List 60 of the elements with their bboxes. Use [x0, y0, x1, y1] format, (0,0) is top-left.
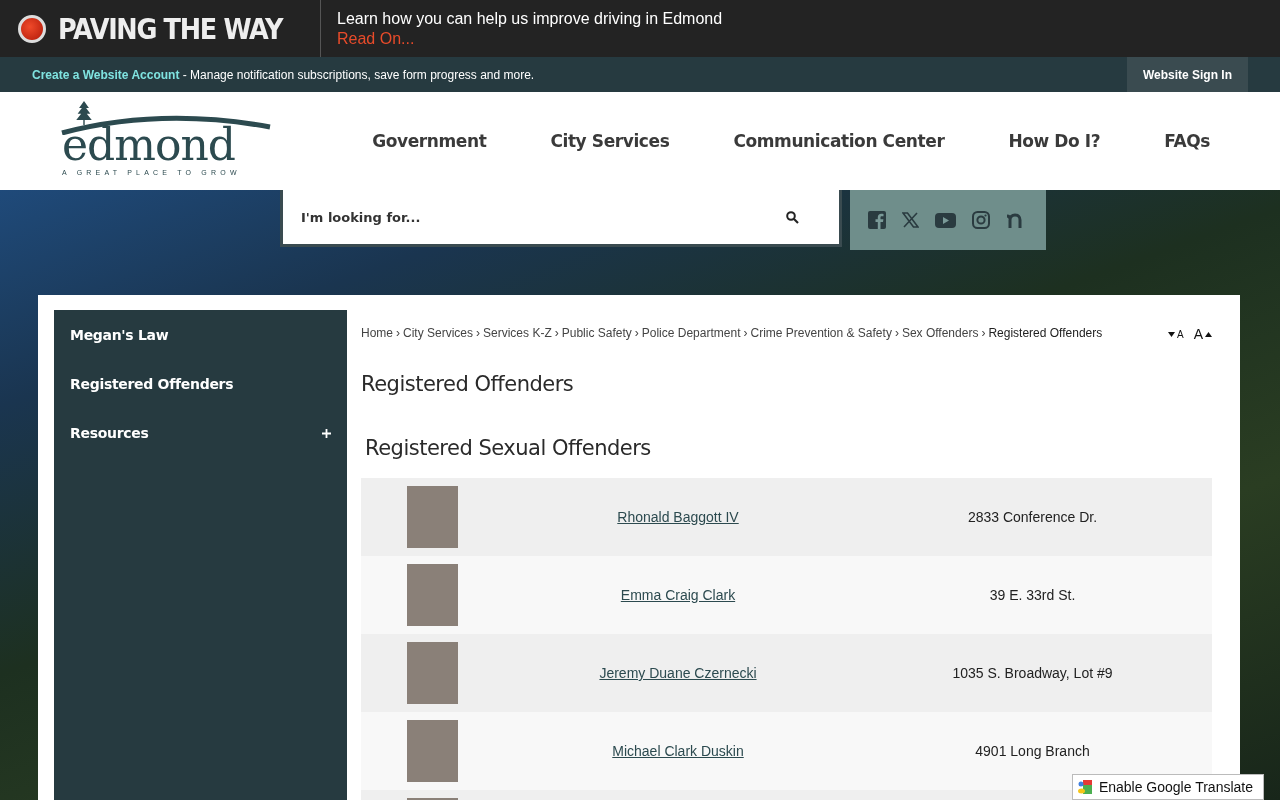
nav-link[interactable]: City Services	[550, 131, 670, 151]
breadcrumb-link[interactable]: Crime Prevention & Safety	[750, 326, 892, 342]
photo-placeholder	[406, 564, 458, 626]
search-icon[interactable]	[786, 210, 799, 224]
breadcrumb-link[interactable]: City Services	[403, 326, 474, 342]
photo-placeholder	[406, 486, 458, 548]
breadcrumb-link[interactable]: Sex Offenders	[901, 326, 979, 342]
google-translate-button[interactable]: Enable Google Translate	[1071, 774, 1264, 800]
breadcrumb-separator: ›	[634, 326, 639, 342]
offender-name-link[interactable]: Jeremy Duane Czernecki	[599, 665, 757, 681]
offender-name-link[interactable]: Rhonald Baggott IV	[617, 509, 739, 525]
breadcrumb-link[interactable]: Police Department	[641, 326, 741, 342]
read-on-link[interactable]: Read On...	[337, 29, 723, 48]
offender-address: 2833 Conference Dr.	[967, 509, 1098, 525]
offender-name-link[interactable]: Emma Craig Clark	[620, 587, 736, 603]
nextdoor-icon[interactable]	[1006, 212, 1024, 228]
tree-icon	[76, 101, 92, 125]
alert-title: PAVING THE WAY	[58, 11, 283, 46]
breadcrumb-current: Registered Offenders	[988, 326, 1103, 342]
sidebar-item[interactable]: Megan's Law	[54, 314, 347, 363]
caret-up-icon	[1205, 331, 1212, 337]
search-bar[interactable]: I'm looking for...	[280, 190, 842, 247]
plus-icon[interactable]	[322, 429, 331, 438]
breadcrumb-separator: ›	[981, 326, 986, 342]
nav-link[interactable]: Communication Center	[733, 131, 945, 151]
youtube-icon[interactable]	[935, 212, 956, 228]
photo-placeholder	[406, 720, 458, 782]
breadcrumb-separator: ›	[894, 326, 899, 342]
sidebar-item[interactable]: Resources	[54, 412, 347, 461]
offender-name-link[interactable]: Michael Clark Duskin	[612, 743, 744, 759]
section-title: Registered Sexual Offenders	[365, 436, 652, 460]
decrease-font-button[interactable]: A	[1168, 326, 1184, 342]
nav-link[interactable]: FAQs	[1164, 131, 1210, 151]
sign-in-button[interactable]: Website Sign In	[1126, 57, 1248, 92]
x-icon[interactable]	[902, 212, 919, 228]
sidebar-item[interactable]: Registered Offenders	[54, 363, 347, 412]
nav-link[interactable]: How Do I?	[1008, 131, 1101, 151]
nav-link[interactable]: Government	[372, 131, 487, 151]
page-title: Registered Offenders	[361, 372, 575, 396]
increase-font-button[interactable]: A	[1193, 326, 1212, 342]
alert-dot-icon	[18, 14, 46, 43]
account-bar-text: - Manage notification subscriptions, save form progress and more.	[181, 67, 535, 82]
breadcrumb-separator: ›	[476, 326, 481, 342]
offender-address: 1035 S. Broadway, Lot #9	[952, 665, 1113, 681]
breadcrumb-separator: ›	[396, 326, 400, 342]
instagram-icon[interactable]	[972, 211, 990, 229]
alert-message: Learn how you can help us improve driving in Edmond	[337, 9, 723, 28]
breadcrumb-link[interactable]: Services K-Z	[483, 326, 552, 342]
caret-down-icon	[1168, 331, 1175, 337]
breadcrumb-separator: ›	[554, 326, 559, 342]
create-account-link[interactable]: Create a Website Account	[32, 67, 180, 82]
facebook-icon[interactable]	[868, 211, 886, 229]
google-logo-icon	[1076, 779, 1093, 795]
breadcrumb-separator: ›	[743, 326, 748, 342]
logo-wordmark: edmond	[62, 123, 235, 167]
breadcrumb-link[interactable]: Public Safety	[561, 326, 632, 342]
offender-address: 39 E. 33rd St.	[989, 587, 1076, 603]
photo-placeholder	[406, 642, 458, 704]
offender-address: 4901 Long Branch	[975, 743, 1090, 759]
breadcrumb-link[interactable]: Home	[361, 326, 393, 342]
